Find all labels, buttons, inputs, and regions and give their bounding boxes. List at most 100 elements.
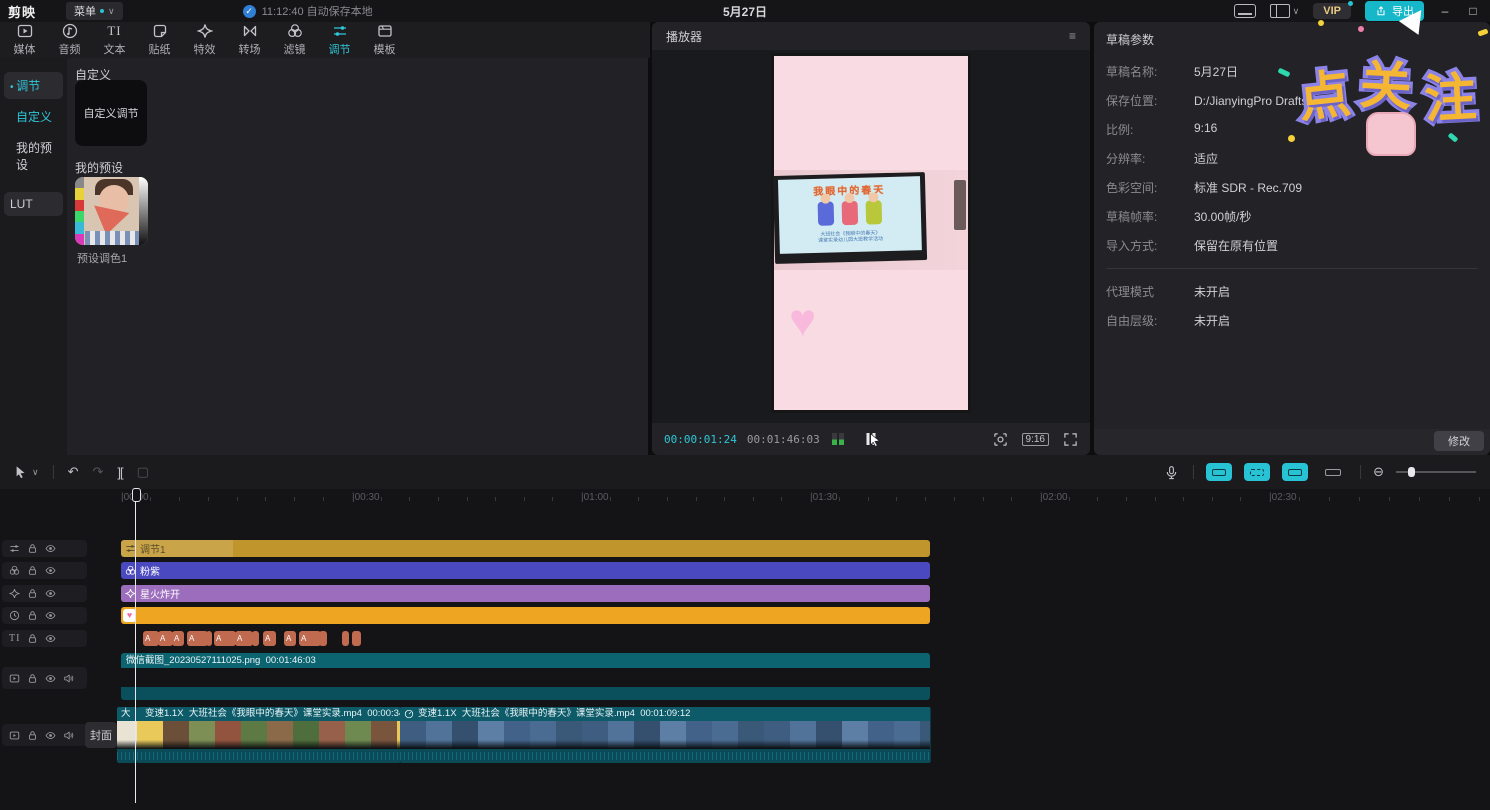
export-button[interactable]: 导出: [1365, 1, 1424, 21]
eye-icon[interactable]: [45, 730, 56, 741]
template-icon: [377, 23, 393, 39]
lock-icon[interactable]: [27, 543, 38, 554]
tool-tab-7[interactable]: 滤镜: [272, 23, 317, 57]
vip-badge[interactable]: VIP: [1313, 3, 1351, 19]
menu-button[interactable]: 菜单∨: [66, 2, 123, 20]
text-clip[interactable]: A: [158, 631, 173, 646]
tool-tab-6[interactable]: 转场: [227, 23, 272, 57]
text-clip[interactable]: [319, 631, 327, 646]
param-row: 草稿名称:5月27日: [1094, 57, 1490, 86]
record-voice-icon[interactable]: [1164, 465, 1179, 480]
tool-tab-5[interactable]: 特效: [182, 23, 227, 57]
text-clip[interactable]: [352, 631, 361, 646]
redo-button[interactable]: ↷: [93, 464, 104, 480]
text-clip[interactable]: A: [214, 631, 236, 646]
tool-tab-4[interactable]: 贴纸: [137, 23, 182, 57]
eye-icon[interactable]: [45, 610, 56, 621]
shortcut-keyboard-icon[interactable]: [1234, 4, 1256, 18]
adjust-clip[interactable]: 调节1: [121, 540, 930, 557]
text-clip[interactable]: [252, 631, 259, 646]
eye-icon: [45, 610, 56, 621]
select-tool-icon[interactable]: [14, 465, 28, 479]
maximize-button[interactable]: □: [1466, 4, 1480, 18]
tool-tab-9[interactable]: 模板: [362, 23, 407, 57]
text-clip[interactable]: [206, 631, 212, 646]
eye-icon[interactable]: [45, 588, 56, 599]
aspect-ratio-badge[interactable]: 9:16: [1022, 433, 1049, 446]
playhead-handle[interactable]: [132, 488, 141, 502]
params-divider: [1106, 268, 1478, 269]
effect-clip[interactable]: 星火炸开: [121, 585, 930, 602]
track-header-2: [2, 562, 87, 579]
video-clip-3[interactable]: 变速1.1X 大班社会《我眼中的春天》课堂实录.mp4 00:01:09:12: [400, 707, 931, 763]
preview-axis-toggle[interactable]: [1320, 463, 1346, 481]
zoom-out-button[interactable]: ⊖: [1373, 464, 1384, 480]
eye-icon[interactable]: [45, 633, 56, 644]
sidebar-item-2[interactable]: 自定义: [10, 103, 63, 130]
tool-tab-1[interactable]: 媒体: [2, 23, 47, 57]
timeline-ruler[interactable]: |00:00|00:30|01:00|01:30|02:00|02:30: [0, 489, 1490, 507]
tool-tab-8[interactable]: 调节: [317, 23, 362, 57]
lock-icon[interactable]: [27, 610, 38, 621]
fullscreen-icon[interactable]: [1063, 432, 1078, 447]
link-toggle[interactable]: [1282, 463, 1308, 481]
modify-button[interactable]: 修改: [1434, 431, 1484, 451]
sticker-clip[interactable]: ♥: [121, 607, 930, 624]
timeline-zoom-slider[interactable]: [1396, 471, 1476, 473]
player-title: 播放器: [666, 28, 702, 45]
main-track-magnet-toggle[interactable]: [1206, 463, 1232, 481]
lock-icon[interactable]: [27, 730, 38, 741]
image-clip[interactable]: 微信截图_20230527111025.png 00:01:46:03: [121, 653, 930, 700]
split-button[interactable]: ][: [117, 465, 122, 480]
video-frame[interactable]: 我眼中的春天 大班社会《我眼中的春天》课堂实录幼儿园大班教学活动 ♥: [771, 53, 971, 413]
select-tool-chevron[interactable]: ∨: [32, 467, 39, 478]
sidebar-item-3[interactable]: 我的预设: [10, 134, 63, 178]
zoom-slider-handle[interactable]: [1408, 467, 1415, 477]
tool-tab-3[interactable]: TI文本: [92, 23, 137, 57]
speaker-icon: [63, 730, 74, 741]
text-clip[interactable]: [342, 631, 349, 646]
lock-icon[interactable]: [27, 588, 38, 599]
text-clip[interactable]: A: [284, 631, 296, 646]
custom-adjust-card[interactable]: 自定义调节: [75, 80, 147, 146]
minimize-button[interactable]: –: [1438, 4, 1452, 18]
video-clip-2[interactable]: 变速1.1X 大班社会《我眼中的春天》课堂实录.mp4 00:00:34:25: [137, 707, 401, 763]
eye-icon[interactable]: [45, 673, 56, 684]
cover-button[interactable]: 封面: [85, 722, 117, 748]
eye-icon[interactable]: [45, 543, 56, 554]
eye-icon[interactable]: [45, 565, 56, 576]
preset-thumbnail[interactable]: [75, 177, 148, 245]
video-clip-label: 大: [117, 707, 137, 721]
text-clip[interactable]: A: [187, 631, 208, 646]
lock-icon[interactable]: [27, 673, 38, 684]
delete-button[interactable]: ▢: [137, 464, 149, 480]
video-clip-label: 变速1.1X 大班社会《我眼中的春天》课堂实录.mp4 00:01:09:12: [400, 707, 930, 721]
speaker-icon[interactable]: [63, 673, 74, 684]
ruler-label: |02:00: [1040, 492, 1068, 503]
lock-icon[interactable]: [27, 633, 38, 644]
text-clip[interactable]: A: [143, 631, 159, 646]
sidebar-item-4[interactable]: LUT: [4, 192, 63, 216]
layout-switch-button[interactable]: ∨: [1270, 4, 1300, 18]
playhead[interactable]: [135, 491, 136, 803]
sliders-icon: [332, 23, 348, 39]
sidebar-item-1[interactable]: 调节: [4, 72, 63, 99]
title-bar: 剪映 菜单∨ ✓11:12:40 自动保存本地 5月27日 ∨ VIP 导出 –…: [0, 0, 1490, 22]
ruler-label: |01:30: [810, 492, 838, 503]
undo-button[interactable]: ↶: [68, 464, 79, 480]
speaker-icon[interactable]: [63, 730, 74, 741]
lock-icon[interactable]: [27, 565, 38, 576]
eye-icon: [45, 588, 56, 599]
tool-tab-2[interactable]: 音频: [47, 23, 92, 57]
filmstrip: [117, 721, 137, 749]
text-clip[interactable]: A: [235, 631, 253, 646]
text-clip[interactable]: A: [172, 631, 184, 646]
text-clip[interactable]: A: [263, 631, 276, 646]
sticker-icon: [152, 23, 168, 39]
player-menu-icon[interactable]: ≡: [1069, 29, 1076, 43]
fit-scale-icon[interactable]: [993, 432, 1008, 447]
auto-snap-toggle[interactable]: [1244, 463, 1270, 481]
text-clip[interactable]: A: [299, 631, 321, 646]
tv-frame: 我眼中的春天 大班社会《我眼中的春天》课堂实录幼儿园大班教学活动: [773, 172, 927, 264]
filter-clip[interactable]: 粉紫: [121, 562, 930, 579]
